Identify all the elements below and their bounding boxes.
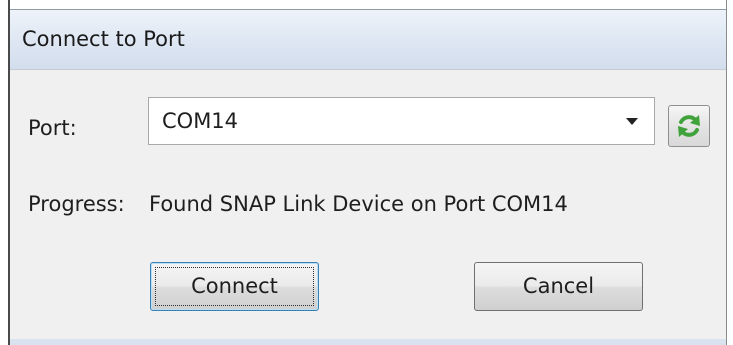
progress-label: Progress: xyxy=(28,192,125,216)
dialog-title-bar[interactable]: Connect to Port xyxy=(10,10,726,70)
refresh-ports-button[interactable] xyxy=(668,105,710,147)
focus-ring xyxy=(155,267,314,306)
window-bottom-edge xyxy=(10,339,726,345)
dialog-title: Connect to Port xyxy=(22,27,185,51)
port-select[interactable]: COM14 xyxy=(148,97,655,145)
window-edge-top xyxy=(10,0,726,9)
refresh-icon xyxy=(678,115,700,137)
window-edge-right xyxy=(727,0,733,345)
window-edge-left xyxy=(0,0,8,345)
cancel-button[interactable]: Cancel xyxy=(474,262,643,311)
progress-message: Found SNAP Link Device on Port COM14 xyxy=(149,192,568,216)
chevron-down-icon[interactable] xyxy=(626,118,638,125)
connect-button[interactable]: Connect xyxy=(150,262,319,311)
connect-to-port-dialog: Connect to Port Port: COM14 Progress: Fo… xyxy=(0,0,733,345)
port-label: Port: xyxy=(28,116,77,140)
port-select-value: COM14 xyxy=(162,109,239,133)
window-border-right xyxy=(726,0,727,345)
cancel-button-label: Cancel xyxy=(522,274,595,298)
